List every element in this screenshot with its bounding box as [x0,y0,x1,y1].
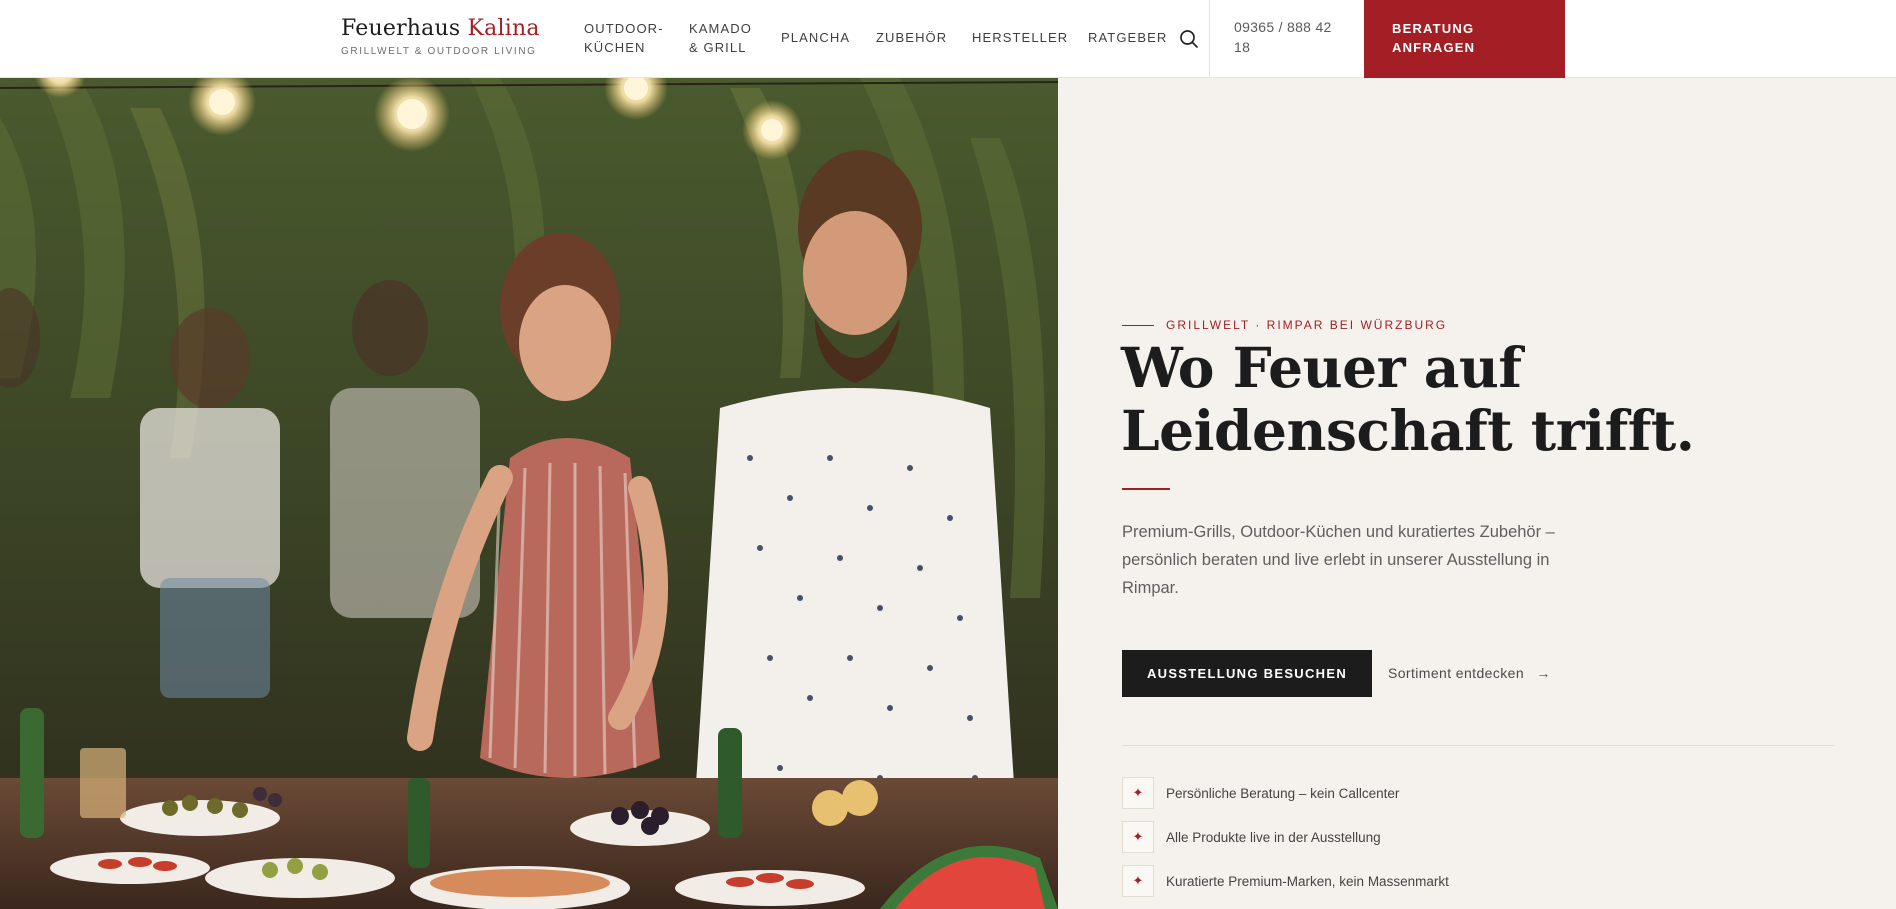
nav-item-label: KÜCHEN [584,40,646,55]
feature-text: Alle Produkte live in der Ausstellung [1166,829,1381,845]
headline-accent-rule [1122,488,1170,490]
nav-item-kamado-grill[interactable]: KAMADO & GRILL [689,19,752,57]
visit-showroom-button[interactable]: AUSSTELLUNG BESUCHEN [1122,650,1372,697]
list-item: ✦ Alle Produkte live in der Ausstellung [1122,821,1381,853]
logo-name-primary: Feuerhaus [341,16,461,41]
nav-item-label: PLANCHA [781,30,851,45]
nav-item-label: ZUBEHÖR [876,30,948,45]
nav-item-plancha[interactable]: PLANCHA [781,28,850,47]
arrow-right-icon: → [1536,665,1551,681]
nav-item-label: OUTDOOR- [584,21,664,36]
headline-line: Wo Feuer auf [1121,335,1522,400]
site-header: Feuerhaus Kalina GRILLWELT & OUTDOOR LIV… [0,0,1896,78]
search-icon [1180,30,1198,48]
nav-item-zubehoer[interactable]: ZUBEHÖR [876,28,947,47]
site-logo[interactable]: Feuerhaus Kalina GRILLWELT & OUTDOOR LIV… [341,16,540,57]
sparkle-icon: ✦ [1122,777,1154,809]
search-button[interactable] [1177,27,1201,51]
cta-label: BERATUNG [1392,21,1475,36]
sparkle-icon: ✦ [1122,821,1154,853]
nav-item-hersteller[interactable]: HERSTELLER [972,28,1068,47]
hero-lead-text: Premium-Grills, Outdoor-Küchen und kurat… [1122,523,1555,597]
hero-image [0,78,1058,909]
nav-item-label: & GRILL [689,40,747,55]
feature-text: Persönliche Beratung – kein Callcenter [1166,785,1400,801]
list-item: ✦ Persönliche Beratung – kein Callcenter [1122,777,1399,809]
link-label: Sortiment entdecken [1388,665,1525,681]
consultation-request-button[interactable]: BERATUNG ANFRAGEN [1364,0,1565,78]
hero-photo-illustration [0,78,1058,909]
hero-eyebrow: GRILLWELT · RIMPAR BEI WÜRZBURG [1122,318,1447,332]
hero-headline: Wo Feuer auf Leidenschaft trifft. [1121,336,1821,462]
list-item: ✦ Kuratierte Premium-Marken, kein Massen… [1122,865,1449,897]
eyebrow-rule [1122,324,1154,326]
headline-line: Leidenschaft trifft. [1121,398,1695,463]
eyebrow-text: GRILLWELT · RIMPAR BEI WÜRZBURG [1166,318,1448,332]
logo-name-accent: Kalina [467,16,540,41]
header-divider [1209,0,1210,78]
feature-text: Kuratierte Premium-Marken, kein Massenma… [1166,873,1449,889]
logo-wordmark: Feuerhaus Kalina [341,16,540,41]
discover-assortment-link[interactable]: Sortiment entdecken → [1388,665,1551,681]
nav-item-ratgeber[interactable]: RATGEBER [1088,28,1167,47]
nav-item-outdoor-kuechen[interactable]: OUTDOOR- KÜCHEN [584,19,664,57]
section-divider [1122,745,1834,746]
nav-item-label: RATGEBER [1088,30,1168,45]
cta-label: ANFRAGEN [1392,40,1476,55]
sparkle-icon: ✦ [1122,865,1154,897]
nav-item-label: HERSTELLER [972,30,1069,45]
phone-link[interactable]: 09365 / 888 42 18 [1234,17,1344,57]
logo-tagline: GRILLWELT & OUTDOOR LIVING [341,46,537,57]
nav-item-label: KAMADO [689,21,752,36]
